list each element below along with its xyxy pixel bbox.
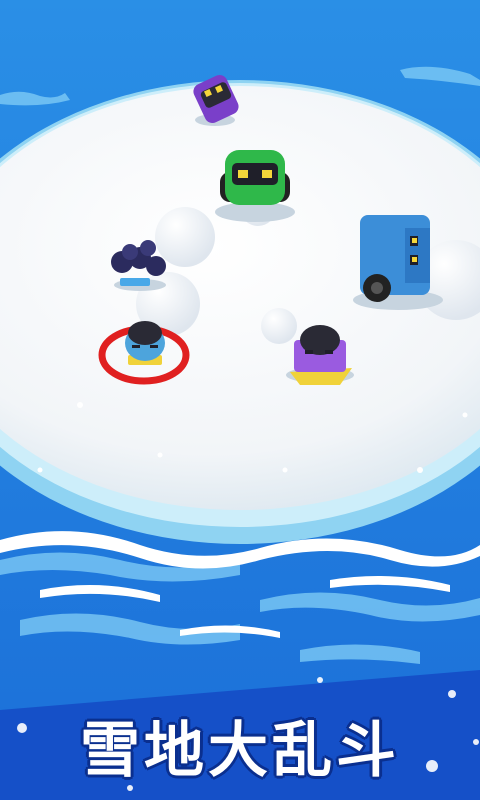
enemy-green-robot: [215, 150, 295, 222]
snow-island: [0, 80, 480, 544]
snowball: [155, 207, 215, 267]
game-screen: 雪地大乱斗: [0, 0, 480, 800]
enemy-blue-truck: [353, 215, 443, 310]
game-title: 雪地大乱斗: [80, 716, 400, 786]
snowball: [261, 308, 297, 344]
